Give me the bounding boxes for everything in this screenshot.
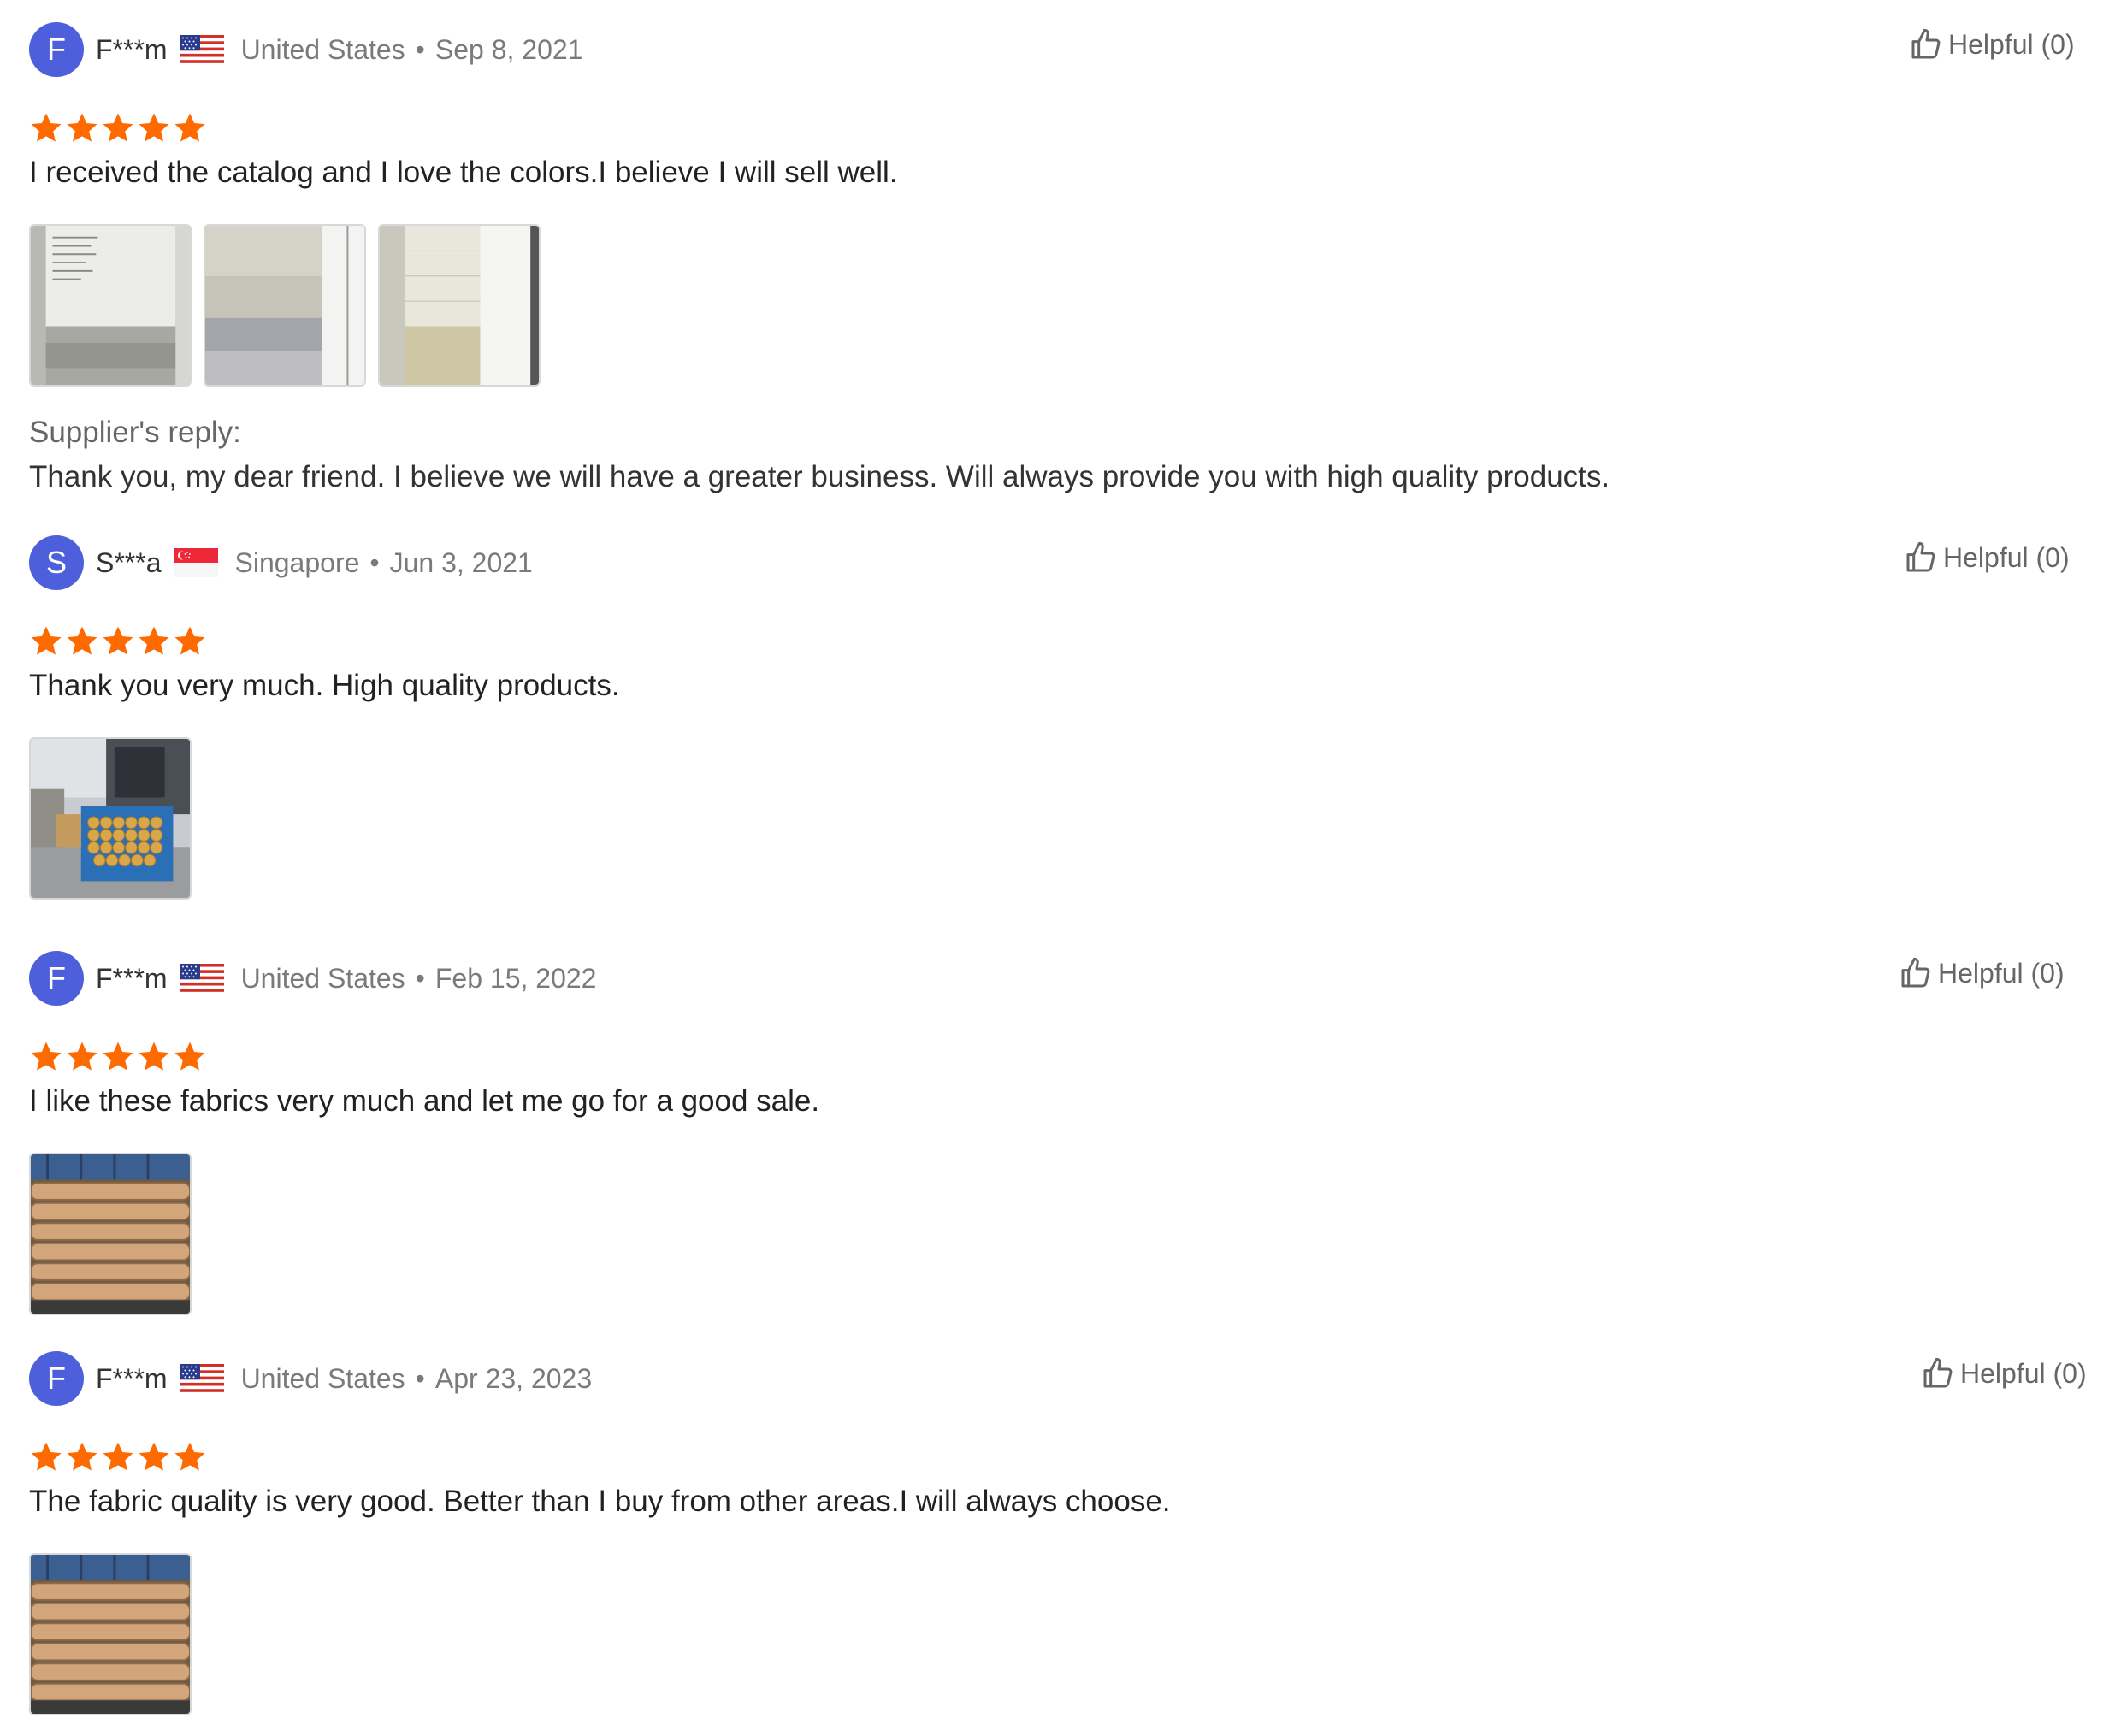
thumbs-up-icon: [1899, 956, 1933, 990]
star-icon: [173, 111, 207, 145]
star-icon: [29, 624, 63, 658]
review-text: The fabric quality is very good. Better …: [29, 1485, 1171, 1518]
star-icon: [137, 1040, 171, 1074]
star-icon: [137, 111, 171, 145]
helpful-label: Helpful (0): [1948, 28, 2075, 60]
star-rating: [29, 111, 209, 145]
us-flag-icon: [180, 964, 224, 993]
reviewer-name: F***m: [96, 962, 168, 994]
reviewer-name: F***m: [96, 1362, 168, 1394]
review-header: F F***m United States • Sep 8, 2021: [29, 22, 582, 77]
star-icon: [65, 1440, 99, 1474]
review-header: F F***m United States • Apr 23, 2023: [29, 1351, 592, 1406]
review-photos: [29, 1553, 204, 1715]
avatar: F: [29, 1351, 84, 1406]
avatar: F: [29, 951, 84, 1006]
star-icon: [101, 1040, 135, 1074]
review-text: Thank you very much. High quality produc…: [29, 669, 620, 702]
star-icon: [29, 111, 63, 145]
star-rating: [29, 1040, 209, 1074]
review-text: I like these fabrics very much and let m…: [29, 1084, 820, 1118]
review-photo[interactable]: [204, 224, 366, 387]
star-icon: [101, 624, 135, 658]
reviewer-country: United States: [240, 1362, 405, 1394]
review-photo[interactable]: [29, 1553, 192, 1715]
review-photos: [29, 1153, 204, 1315]
star-icon: [65, 624, 99, 658]
star-icon: [29, 1040, 63, 1074]
star-icon: [173, 1440, 207, 1474]
reviewer-country: Singapore: [234, 546, 360, 578]
star-icon: [65, 111, 99, 145]
helpful-label: Helpful (0): [1960, 1357, 2087, 1389]
supplier-reply-text: Thank you, my dear friend. I believe we …: [29, 460, 1610, 493]
star-icon: [137, 1440, 171, 1474]
star-icon: [29, 1440, 63, 1474]
reviewer-country: United States: [240, 962, 405, 994]
review-header: F F***m United States • Feb 15, 2022: [29, 951, 596, 1006]
review-text: I received the catalog and I love the co…: [29, 156, 898, 189]
star-icon: [173, 624, 207, 658]
helpful-button[interactable]: Helpful (0): [1899, 956, 2065, 990]
thumbs-up-icon: [1921, 1356, 1955, 1391]
review-date: Jun 3, 2021: [389, 546, 533, 578]
meta-separator: •: [415, 33, 425, 65]
review-photos: [29, 737, 204, 900]
sg-flag-icon: [174, 548, 218, 577]
star-icon: [65, 1040, 99, 1074]
review-photo[interactable]: [29, 224, 192, 387]
star-rating: [29, 624, 209, 658]
supplier-reply-label: Supplier's reply:: [29, 416, 241, 449]
reviewer-name: F***m: [96, 33, 168, 65]
review-photo[interactable]: [29, 737, 192, 900]
star-rating: [29, 1440, 209, 1474]
reviewer-name: S***a: [96, 546, 162, 578]
star-icon: [137, 624, 171, 658]
avatar: S: [29, 535, 84, 590]
review-date: Feb 15, 2022: [434, 962, 597, 994]
helpful-button[interactable]: Helpful (0): [1921, 1356, 2087, 1391]
star-icon: [173, 1040, 207, 1074]
review-photo[interactable]: [29, 1153, 192, 1315]
meta-separator: •: [415, 1362, 425, 1394]
review-date: Apr 23, 2023: [434, 1362, 593, 1394]
star-icon: [101, 111, 135, 145]
helpful-button[interactable]: Helpful (0): [1909, 27, 2075, 62]
review-header: S S***a Singapore • Jun 3, 2021: [29, 535, 533, 590]
review-photos: [29, 224, 552, 387]
thumbs-up-icon: [1909, 27, 1943, 62]
avatar: F: [29, 22, 84, 77]
us-flag-icon: [180, 35, 224, 64]
meta-separator: •: [369, 546, 380, 578]
reviewer-country: United States: [240, 33, 405, 65]
us-flag-icon: [180, 1364, 224, 1393]
star-icon: [101, 1440, 135, 1474]
helpful-label: Helpful (0): [1943, 541, 2070, 573]
helpful-button[interactable]: Helpful (0): [1904, 540, 2070, 575]
review-photo[interactable]: [378, 224, 541, 387]
meta-separator: •: [415, 962, 425, 994]
helpful-label: Helpful (0): [1938, 957, 2065, 989]
thumbs-up-icon: [1904, 540, 1938, 575]
review-date: Sep 8, 2021: [434, 33, 583, 65]
